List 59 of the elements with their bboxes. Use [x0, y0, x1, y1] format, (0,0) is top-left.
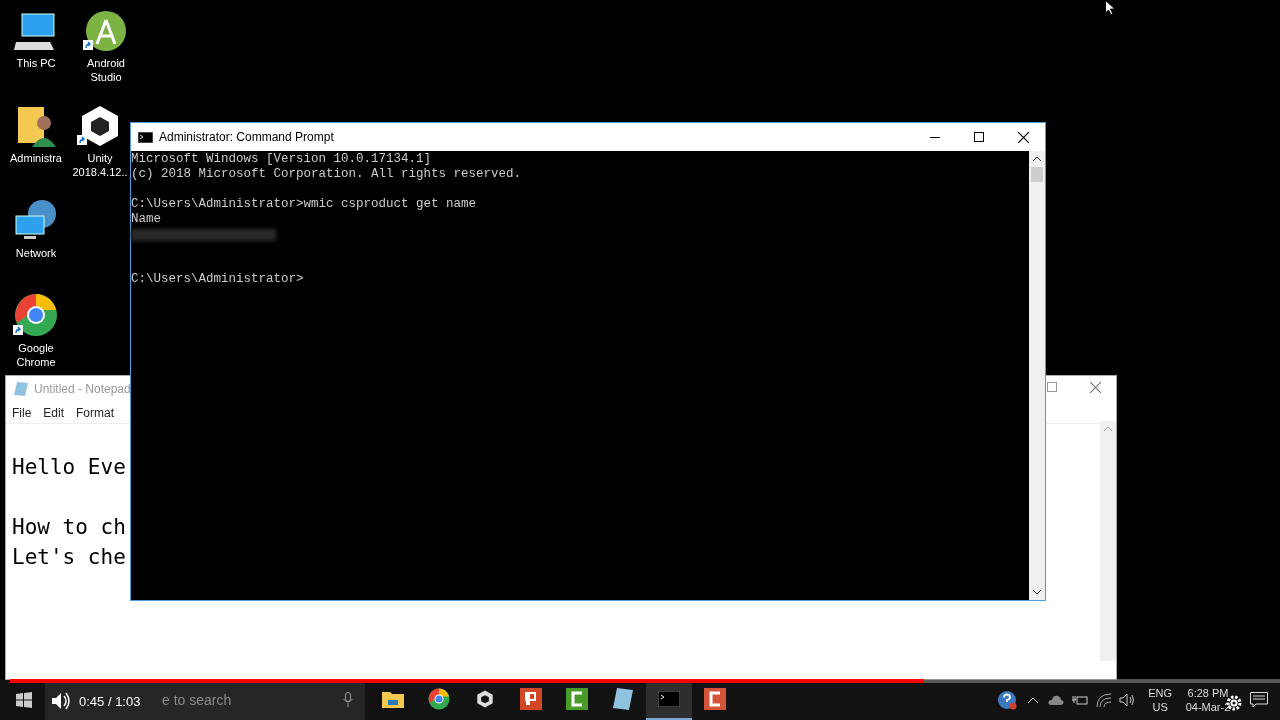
desktop-icon-label[interactable]: Unity 2018.4.12..: [69, 151, 131, 179]
console-line: Microsoft Windows [Version 10.0.17134.1]: [131, 152, 433, 167]
maximize-icon[interactable]: [1047, 382, 1057, 392]
document-text-line: Hello Eve: [12, 454, 127, 481]
console-line: Name: [131, 212, 162, 227]
wifi-icon[interactable]: [1096, 693, 1113, 707]
chevron-up-icon[interactable]: [1028, 697, 1039, 703]
desktop-icon-label[interactable]: This PC: [16, 56, 56, 70]
console-line: C:\Users\Administrator>: [131, 272, 305, 287]
help-icon[interactable]: [997, 690, 1018, 710]
folder-icon: [382, 690, 404, 708]
scroll-up-icon[interactable]: [1033, 156, 1041, 161]
taskbar-app-button[interactable]: [646, 680, 692, 720]
notepad-icon: [613, 688, 633, 710]
close-icon[interactable]: [1017, 131, 1029, 143]
menu-item[interactable]: Edit: [43, 403, 65, 422]
shortcut-arrow-icon: [77, 135, 87, 145]
menu-item[interactable]: Format: [76, 403, 115, 422]
document-text-line: How to ch: [12, 514, 127, 541]
chrome-icon: [428, 688, 450, 710]
desktop-icon-label[interactable]: Google Chrome: [5, 341, 67, 369]
window-title: Administrator: Command Prompt: [159, 129, 334, 146]
letter-c-app-icon: [704, 688, 726, 710]
scrollbar[interactable]: [1100, 421, 1116, 661]
terminal-icon: [658, 691, 680, 707]
unity-cube-icon: [80, 105, 120, 147]
terminal-icon: [138, 131, 153, 143]
microphone-icon[interactable]: [343, 692, 353, 708]
unity-cube-icon: [476, 690, 494, 708]
console-line: C:\Users\Administrator>wmic csproduct get name: [131, 197, 478, 212]
speaker-icon[interactable]: [1119, 693, 1137, 707]
desktop-icon-label[interactable]: Android Studio: [75, 56, 137, 84]
notification-icon[interactable]: [1250, 692, 1268, 708]
clock-time[interactable]: 6:28 PM: [1187, 686, 1229, 700]
window-title: Untitled - Notepad: [34, 381, 131, 398]
scroll-thumb[interactable]: [1031, 167, 1043, 182]
slides-app-icon: [520, 688, 542, 710]
android-studio-icon: [85, 10, 127, 52]
letter-c-app-icon: [566, 688, 588, 710]
input-language[interactable]: ENG: [1148, 686, 1172, 700]
input-region[interactable]: US: [1152, 700, 1168, 714]
cloud-icon[interactable]: [1048, 695, 1065, 705]
computer-icon: [14, 12, 58, 52]
battery-plug-icon[interactable]: [1072, 694, 1089, 706]
document-text-line: Let's che: [12, 544, 127, 571]
scroll-down-icon[interactable]: [1033, 590, 1041, 595]
console-line: (c) 2018 Microsoft Corporation. All rights reserved.: [131, 167, 523, 182]
menu-item[interactable]: File: [12, 403, 32, 422]
chrome-icon: [14, 293, 58, 337]
network-globe-icon: [14, 198, 58, 242]
scrollbar[interactable]: [1029, 151, 1045, 600]
volume-icon[interactable]: [50, 691, 72, 711]
shortcut-arrow-icon: [83, 40, 93, 50]
desktop-icon-label[interactable]: Administra: [10, 151, 62, 165]
desktop-icon-label[interactable]: Network: [15, 246, 57, 260]
windows-start-icon[interactable]: [16, 692, 32, 708]
shortcut-arrow-icon: [13, 325, 23, 335]
notepad-icon: [14, 382, 28, 396]
clock-date[interactable]: 04-Mar-2: [1185, 700, 1231, 714]
